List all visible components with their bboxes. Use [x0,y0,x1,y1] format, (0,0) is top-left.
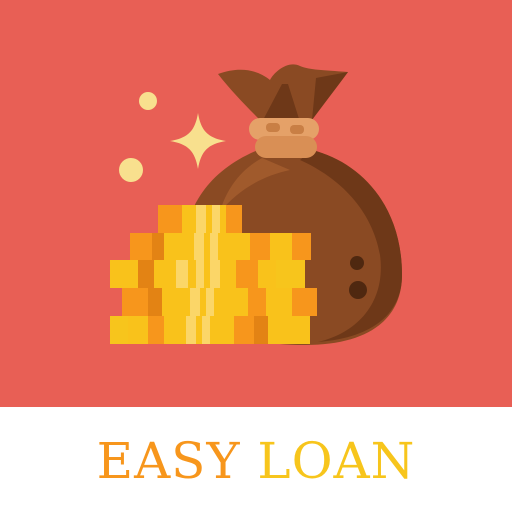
app-icon: EASY LOAN [0,0,512,512]
app-title: EASY LOAN [97,436,416,486]
app-title-bar: EASY LOAN [0,407,512,512]
title-word-loan: LOAN [257,431,416,490]
title-word-easy: EASY [96,431,241,490]
hero-illustration [0,0,512,407]
